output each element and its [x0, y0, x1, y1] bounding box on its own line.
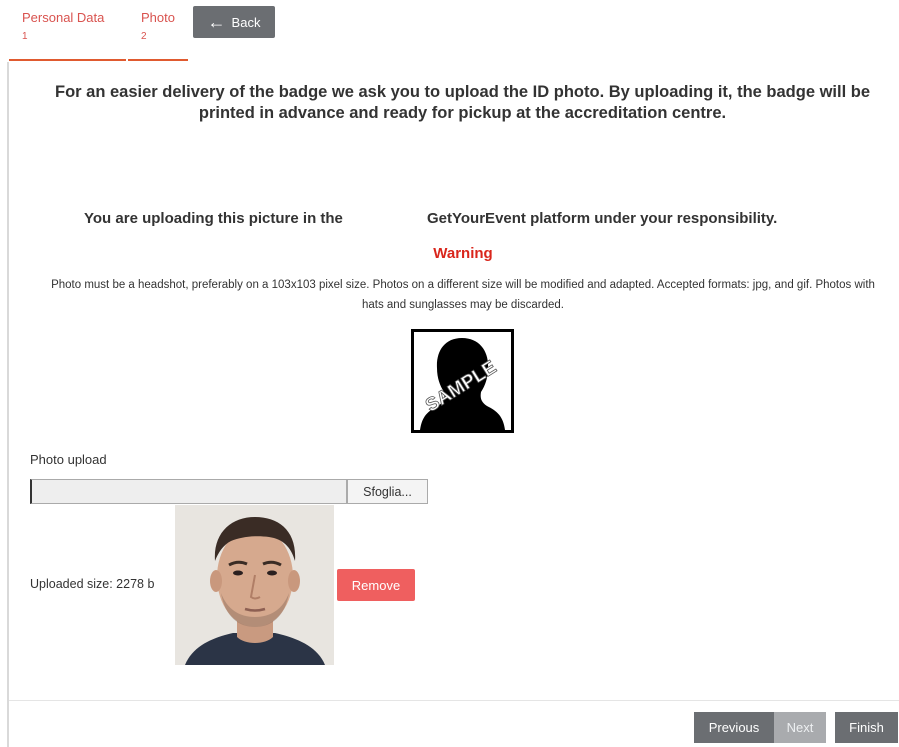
- warning-title: Warning: [433, 245, 493, 262]
- tab-underline: [128, 59, 188, 61]
- back-button[interactable]: ← Back: [193, 6, 275, 38]
- responsibility-text-part2: GetYourEvent platform under your respons…: [427, 210, 778, 227]
- uploaded-size-text: Uploaded size: 2278 b: [30, 577, 155, 591]
- tab-underline: [9, 59, 126, 61]
- warning-text: Photo must be a headshot, preferably on …: [51, 279, 875, 311]
- footer-divider: [9, 700, 899, 701]
- intro-text: For an easier delivery of the badge we a…: [54, 83, 871, 122]
- left-border: [7, 62, 9, 747]
- file-path-input[interactable]: [30, 479, 347, 504]
- tab-photo[interactable]: Photo 2: [141, 10, 175, 42]
- back-label: Back: [231, 14, 261, 30]
- photo-upload-label: Photo upload: [30, 452, 107, 467]
- next-button[interactable]: Next: [774, 712, 826, 743]
- tab-label: Personal Data: [22, 10, 105, 25]
- tab-number: 2: [141, 31, 147, 42]
- arrow-left-icon: ←: [207, 12, 226, 32]
- finish-button[interactable]: Finish: [835, 712, 898, 743]
- sample-photo: SAMPLE: [411, 329, 514, 433]
- browse-button[interactable]: Sfoglia...: [347, 479, 428, 504]
- tab-label: Photo: [141, 10, 175, 25]
- tab-number: 1: [22, 31, 28, 42]
- responsibility-text-part1: You are uploading this picture in the: [84, 210, 343, 227]
- silhouette-icon: SAMPLE: [414, 332, 511, 430]
- tab-personal-data[interactable]: Personal Data 1: [22, 10, 104, 42]
- previous-button[interactable]: Previous: [694, 712, 774, 743]
- uploaded-photo: [175, 505, 334, 665]
- remove-button[interactable]: Remove: [337, 569, 415, 601]
